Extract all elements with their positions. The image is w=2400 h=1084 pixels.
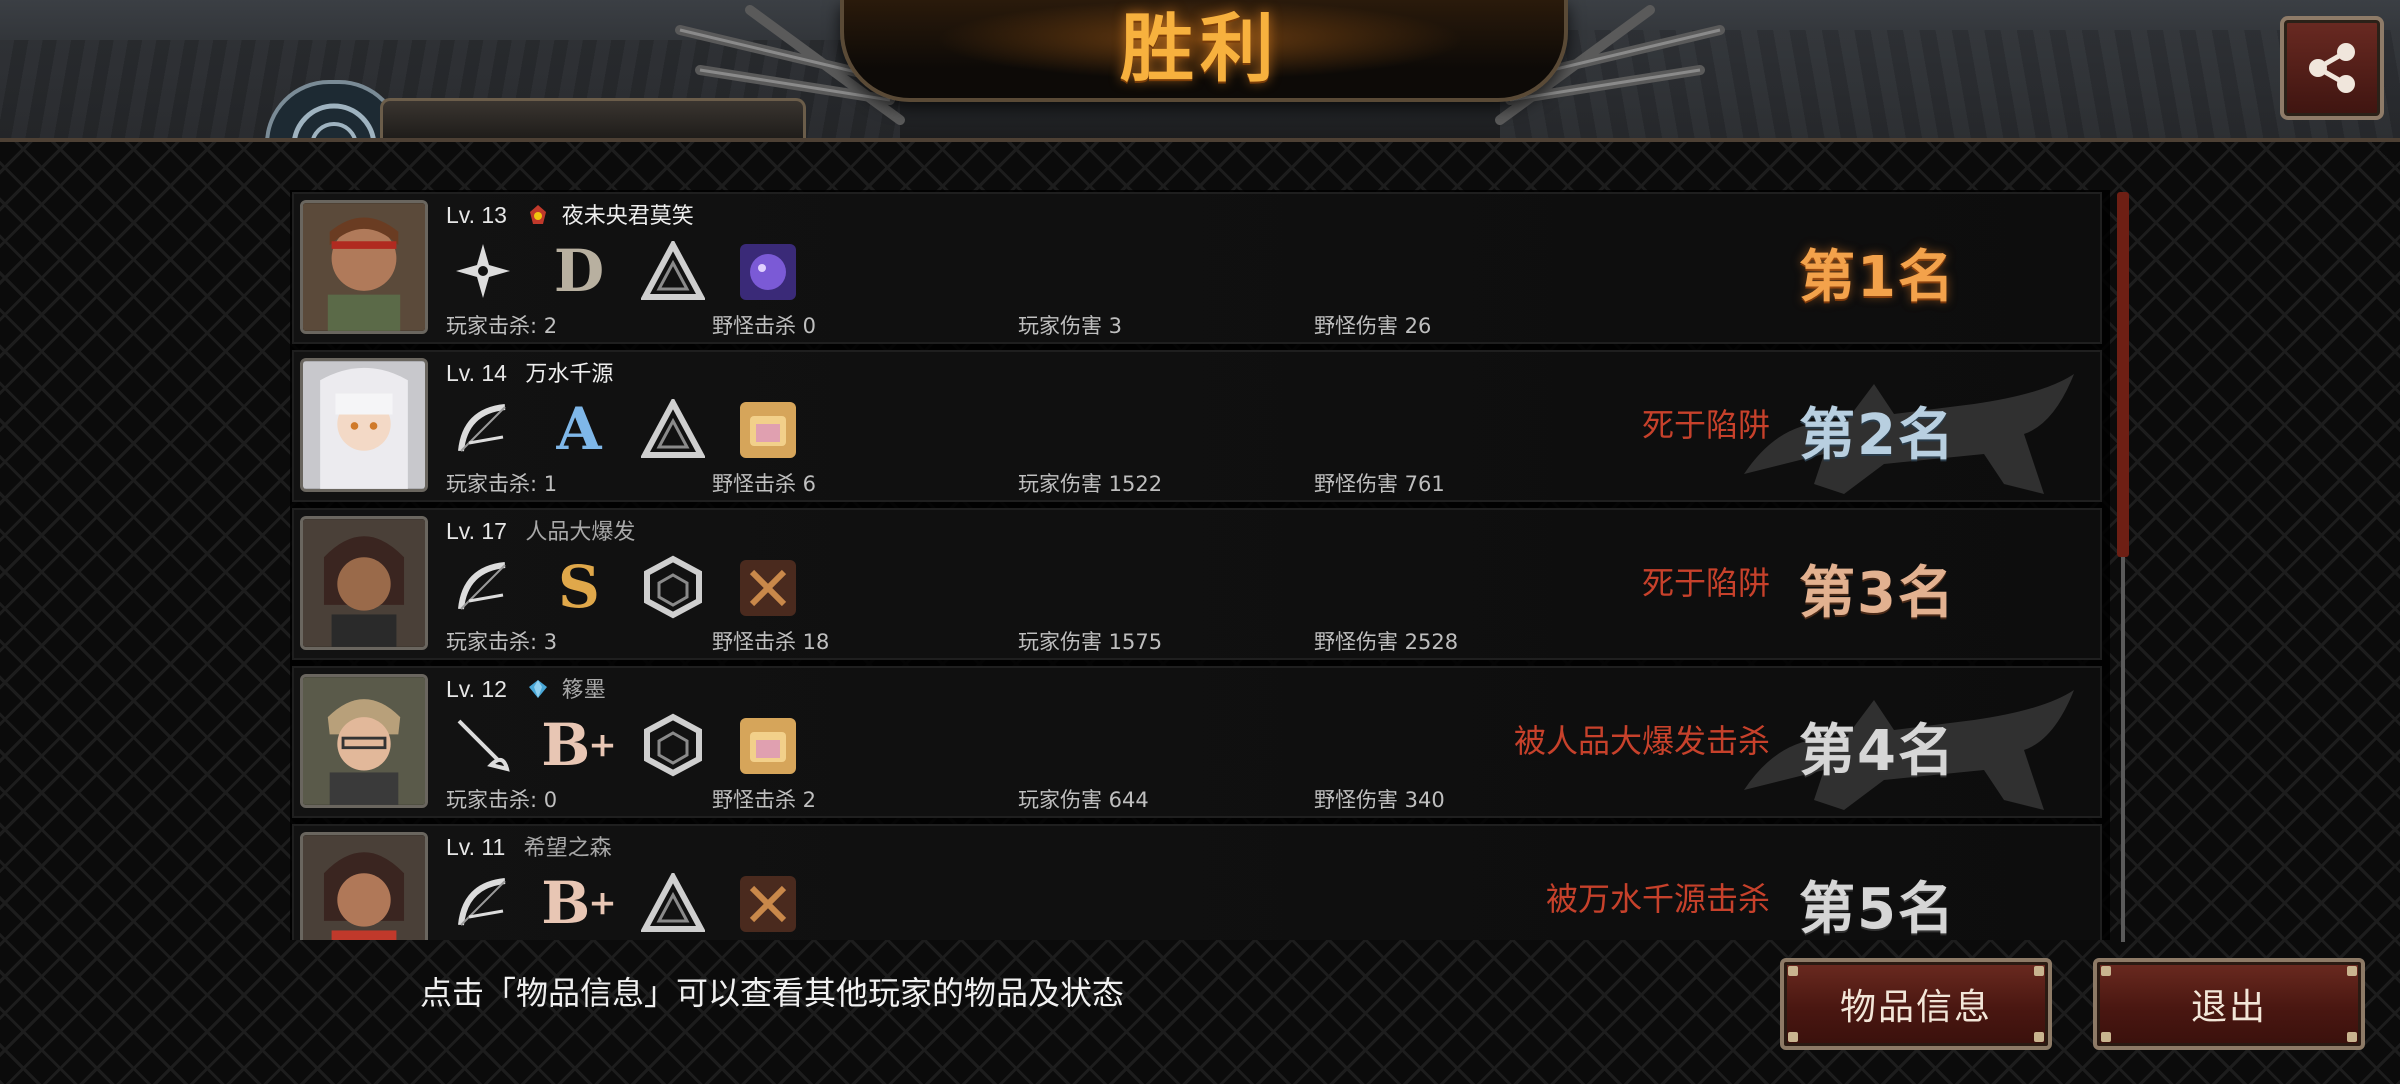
- share-icon: [2309, 43, 2355, 93]
- grade-plus-icon: +: [588, 883, 617, 923]
- player-name: 人品大爆发: [525, 519, 636, 544]
- gold-box-icon: [740, 402, 796, 458]
- weapon-grade-letter: B: [541, 711, 591, 779]
- player-name: 希望之森: [523, 835, 612, 860]
- bow-icon: [450, 554, 516, 620]
- rank-label: 第4名: [1799, 719, 1956, 784]
- bow-icon: [450, 396, 516, 462]
- player-damage: 玩家伤害 1575: [1018, 630, 1163, 654]
- weapon-grade: D: [553, 237, 605, 305]
- button-corner: [2101, 1032, 2111, 1042]
- level-label: Lv. 11: [446, 834, 506, 860]
- rank-label: 第2名: [1799, 403, 1956, 468]
- button-corner: [2034, 1032, 2044, 1042]
- player-row[interactable]: Lv. 13 夜未央君莫笑 D 玩家击杀: 2 野怪击杀 0 玩家伤害 3 野怪…: [292, 192, 2102, 344]
- level-label: Lv. 17: [446, 518, 507, 544]
- avatar: [300, 832, 428, 940]
- level-label: Lv. 13: [446, 202, 507, 228]
- avatar: [300, 674, 428, 808]
- player-header: Lv. 14 万水千源: [446, 356, 613, 388]
- button-corner: [2347, 1032, 2357, 1042]
- item-info-label: 物品信息: [1839, 987, 1992, 1028]
- rapier-icon: [450, 712, 516, 778]
- player-kills: 玩家击杀: 2: [446, 314, 558, 338]
- avatar: [300, 200, 428, 334]
- grade-plus-icon: +: [588, 725, 617, 765]
- player-row[interactable]: Lv. 14 万水千源 A 玩家击杀: 1 野怪击杀 6 玩家伤害 1522 野…: [292, 350, 2102, 502]
- bow-icon: [450, 870, 516, 936]
- death-cause: 死于陷阱: [1641, 564, 1770, 602]
- player-kills: 玩家击杀: 0: [446, 788, 558, 812]
- triangle-armor-icon: [640, 396, 706, 462]
- death-cause: 被人品大爆发击杀: [1513, 722, 1770, 760]
- player-header: Lv. 11 希望之森: [446, 830, 612, 862]
- weapon-grade: B +: [541, 869, 617, 937]
- button-corner: [1788, 966, 1798, 976]
- avatar: [300, 516, 428, 650]
- player-damage: 玩家伤害 1522: [1018, 472, 1163, 496]
- triangle-armor-icon: [640, 238, 706, 304]
- share-button[interactable]: [2280, 16, 2384, 120]
- player-row[interactable]: Lv. 17 人品大爆发 S 玩家击杀: 3 野怪击杀 18 玩家伤害 1575…: [292, 508, 2102, 660]
- rank-label: 第5名: [1799, 877, 1956, 940]
- hint-text: 点击「物品信息」可以查看其他玩家的物品及状态: [420, 974, 1125, 1012]
- purple-creature-icon: [740, 244, 796, 300]
- monster-kills: 野怪击杀 2: [712, 788, 817, 812]
- blue-gem-icon: [529, 680, 548, 698]
- player-header: Lv. 17 人品大爆发: [446, 514, 635, 546]
- player-name: 万水千源: [525, 361, 614, 386]
- player-kills: 玩家击杀: 3: [446, 630, 558, 654]
- level-label: Lv. 14: [446, 360, 507, 386]
- monster-kills: 野怪击杀 18: [712, 630, 830, 654]
- weapon-grade: B +: [541, 711, 617, 779]
- rank-label: 第1名: [1799, 245, 1956, 310]
- monster-damage: 野怪伤害 2528: [1314, 630, 1459, 654]
- triangle-armor-icon: [640, 870, 706, 936]
- player-kills: 玩家击杀: 1: [446, 472, 558, 496]
- monster-kills: 野怪击杀 6: [712, 472, 817, 496]
- player-row[interactable]: Lv. 12 簃墨 B + 玩家击杀: 0 野怪击杀 2 玩家伤害 644 野怪伤…: [292, 666, 2102, 818]
- monster-damage: 野怪伤害 340: [1314, 788, 1445, 812]
- avatar: [300, 358, 428, 492]
- item-info-button[interactable]: 物品信息: [1780, 958, 2052, 1050]
- monster-damage: 野怪伤害 761: [1314, 472, 1445, 496]
- level-label: Lv. 12: [446, 676, 507, 702]
- button-corner: [1788, 1032, 1798, 1042]
- shuriken-icon: [450, 238, 516, 304]
- scrollbar-thumb[interactable]: [2117, 192, 2129, 557]
- flame-badge-icon: [530, 205, 547, 224]
- rank-label: 第3名: [1799, 561, 1956, 626]
- player-name: 夜未央君莫笑: [561, 203, 694, 228]
- hex-armor-icon: [640, 712, 706, 778]
- crossed-item-icon: [740, 560, 796, 616]
- button-corner: [2101, 966, 2111, 976]
- gold-box-icon: [740, 718, 796, 774]
- button-corner: [2347, 966, 2357, 976]
- player-name: 簃墨: [561, 677, 606, 702]
- monster-kills: 野怪击杀 0: [712, 314, 817, 338]
- player-damage: 玩家伤害 3: [1018, 314, 1123, 338]
- player-damage: 玩家伤害 644: [1018, 788, 1149, 812]
- hex-armor-icon: [640, 554, 706, 620]
- results-list[interactable]: Lv. 13 夜未央君莫笑 D 玩家击杀: 2 野怪击杀 0 玩家伤害 3 野怪…: [292, 192, 2102, 940]
- exit-button[interactable]: 退出: [2093, 958, 2365, 1050]
- death-cause: 死于陷阱: [1641, 406, 1770, 444]
- weapon-grade: A: [556, 395, 602, 463]
- player-header: Lv. 12 簃墨: [446, 672, 606, 704]
- victory-title: 胜利: [1120, 5, 1280, 92]
- crossed-item-icon: [740, 876, 796, 932]
- weapon-grade-letter: B: [541, 869, 591, 937]
- weapon-grade: S: [558, 553, 600, 621]
- exit-label: 退出: [2190, 987, 2267, 1028]
- monster-damage: 野怪伤害 26: [1314, 314, 1432, 338]
- death-cause: 被万水千源击杀: [1545, 880, 1770, 918]
- button-corner: [2034, 966, 2044, 976]
- player-header: Lv. 13 夜未央君莫笑: [446, 198, 694, 230]
- player-row[interactable]: Lv. 11 希望之森 B + 被万水千源击杀 第5名: [292, 824, 2102, 940]
